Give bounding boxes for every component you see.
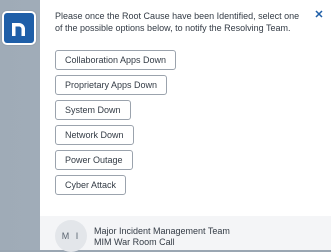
option-cyber-attack[interactable]: Cyber Attack: [55, 175, 127, 195]
root-cause-options: Collaboration Apps Down Proprietary Apps…: [55, 50, 177, 200]
option-proprietary-apps-down[interactable]: Proprietary Apps Down: [55, 75, 168, 95]
instruction-text: Please once the Root Cause have been Ide…: [55, 11, 300, 33]
brand-logo-mark: [4, 13, 34, 43]
message-card: Please once the Root Cause have been Ide…: [40, 0, 331, 216]
contact-call-name: MIM War Room Call: [94, 237, 175, 247]
n-letter-icon: [12, 23, 25, 36]
notification-panel: Please once the Root Cause have been Ide…: [40, 0, 331, 252]
contact-team-name: Major Incident Management Team: [94, 226, 230, 236]
option-system-down[interactable]: System Down: [55, 100, 131, 120]
option-network-down[interactable]: Network Down: [55, 125, 134, 145]
contact-card: M I Major Incident Management Team MIM W…: [55, 220, 325, 252]
close-icon[interactable]: ✕: [313, 9, 325, 21]
option-collaboration-apps-down[interactable]: Collaboration Apps Down: [55, 50, 177, 70]
option-power-outage[interactable]: Power Outage: [55, 150, 133, 170]
brand-logo-icon: [2, 11, 36, 45]
avatar: M I: [55, 220, 87, 252]
